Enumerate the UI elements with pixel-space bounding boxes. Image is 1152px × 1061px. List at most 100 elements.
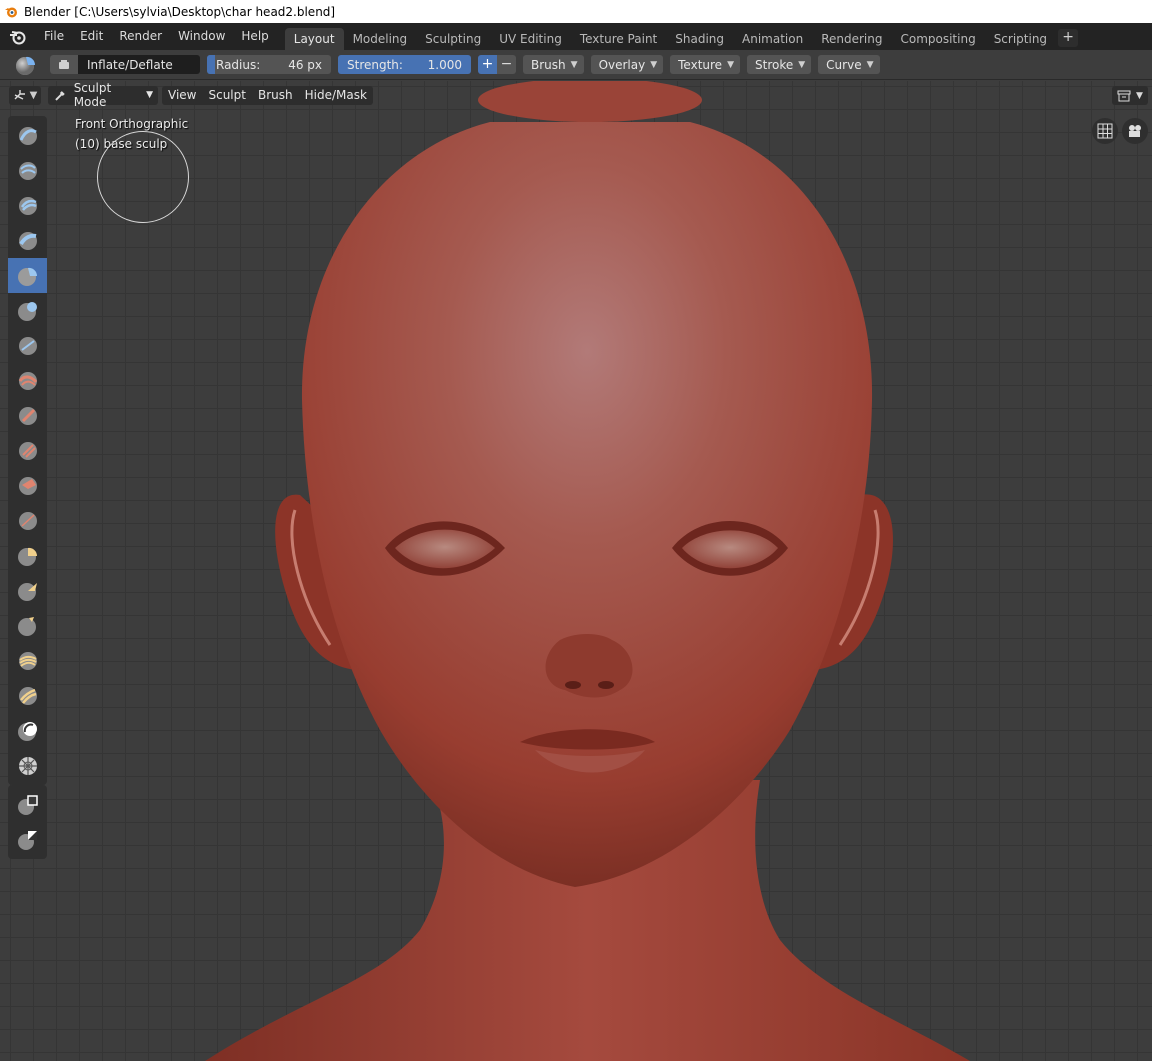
chevron-down-icon: ▼ bbox=[570, 59, 578, 70]
tool-rotate[interactable] bbox=[8, 678, 47, 713]
tab-rendering[interactable]: Rendering bbox=[812, 28, 891, 50]
menu-window[interactable]: Window bbox=[170, 23, 233, 50]
strength-slider[interactable]: Strength: 1.000 bbox=[338, 55, 471, 74]
lasso-mask-icon bbox=[17, 830, 37, 850]
clay-brush-icon bbox=[18, 196, 37, 215]
curve-dropdown-label: Curve bbox=[826, 57, 862, 72]
menu-sculpt[interactable]: Sculpt bbox=[202, 86, 251, 105]
tool-snake-hook[interactable] bbox=[8, 573, 47, 608]
chevron-down-icon: ▼ bbox=[1136, 90, 1143, 101]
tab-animation[interactable]: Animation bbox=[733, 28, 812, 50]
direction-subtract-button[interactable]: − bbox=[497, 55, 516, 74]
menu-file[interactable]: File bbox=[36, 23, 72, 50]
texture-dropdown[interactable]: Texture ▼ bbox=[670, 55, 740, 74]
tool-blob[interactable] bbox=[8, 293, 47, 328]
smooth-brush-icon bbox=[18, 371, 37, 390]
chevron-down-icon: ▼ bbox=[798, 59, 806, 70]
tool-inflate[interactable] bbox=[8, 258, 47, 293]
tab-sculpting[interactable]: Sculpting bbox=[416, 28, 490, 50]
brush-name: Inflate/Deflate bbox=[87, 57, 173, 72]
viewport-shading-button[interactable]: ▼ bbox=[1112, 86, 1148, 105]
tool-simplify[interactable] bbox=[8, 713, 47, 748]
draw-brush-icon bbox=[18, 126, 37, 145]
sculpt-brush-icon bbox=[55, 91, 65, 101]
blender-logo-icon bbox=[5, 7, 17, 17]
brush-selector[interactable]: Inflate/Deflate bbox=[50, 55, 200, 74]
menu-hide-mask[interactable]: Hide/Mask bbox=[299, 86, 373, 105]
3d-viewport[interactable]: ▼ Sculpt Mode ▼ View Sculpt Brush Hide/M… bbox=[0, 81, 1152, 1061]
tool-clay[interactable] bbox=[8, 188, 47, 223]
tab-layout[interactable]: Layout bbox=[284, 28, 344, 50]
strength-label: Strength: bbox=[347, 57, 403, 72]
tab-scripting[interactable]: Scripting bbox=[985, 28, 1056, 50]
viewport-header: ▼ Sculpt Mode ▼ View Sculpt Brush Hide/M… bbox=[0, 81, 1152, 109]
window-title-bar: Blender [C:\Users\sylvia\Desktop\char he… bbox=[0, 0, 1152, 23]
pinch-brush-icon bbox=[18, 511, 37, 530]
tool-mask[interactable] bbox=[8, 748, 47, 783]
tool-flatten[interactable] bbox=[8, 398, 47, 433]
tool-lasso-mask[interactable] bbox=[8, 822, 47, 857]
editor-type-selector[interactable]: ▼ bbox=[9, 85, 41, 105]
radius-slider[interactable]: Radius: 46 px bbox=[207, 55, 331, 74]
brush-thumbnail-icon bbox=[50, 55, 78, 74]
snake-hook-brush-icon bbox=[17, 582, 37, 601]
tab-modeling[interactable]: Modeling bbox=[344, 28, 417, 50]
tab-texture-paint[interactable]: Texture Paint bbox=[571, 28, 666, 50]
clay-strips-brush-icon bbox=[18, 231, 37, 250]
mode-selector[interactable]: Sculpt Mode ▼ bbox=[48, 81, 158, 109]
chevron-down-icon: ▼ bbox=[650, 59, 658, 70]
tab-uv-editing[interactable]: UV Editing bbox=[490, 28, 571, 50]
draw-sharp-brush-icon bbox=[18, 161, 37, 180]
crease-brush-icon bbox=[18, 336, 37, 355]
camera-icon bbox=[1129, 125, 1141, 137]
fill-brush-icon bbox=[18, 441, 37, 460]
box-mask-icon bbox=[17, 794, 38, 815]
tool-smooth[interactable] bbox=[8, 363, 47, 398]
tool-pinch[interactable] bbox=[8, 503, 47, 538]
tool-clay-strips[interactable] bbox=[8, 223, 47, 258]
tool-scrape[interactable] bbox=[8, 468, 47, 503]
tool-grab[interactable] bbox=[8, 538, 47, 573]
overlay-dropdown[interactable]: Overlay ▼ bbox=[590, 55, 664, 74]
tool-draw-sharp[interactable] bbox=[8, 153, 47, 188]
tool-box-mask[interactable] bbox=[8, 787, 47, 822]
axes-icon bbox=[14, 90, 25, 100]
stroke-dropdown[interactable]: Stroke ▼ bbox=[747, 55, 812, 74]
strength-value: 1.000 bbox=[427, 57, 462, 72]
menu-view[interactable]: View bbox=[162, 86, 202, 105]
texture-dropdown-label: Texture bbox=[678, 57, 723, 72]
mask-tool-shelf bbox=[8, 785, 47, 859]
stroke-dropdown-label: Stroke bbox=[755, 57, 794, 72]
tool-draw[interactable] bbox=[8, 118, 47, 153]
active-tool-inflate-icon[interactable] bbox=[12, 53, 40, 77]
tab-compositing[interactable]: Compositing bbox=[891, 28, 984, 50]
tool-thumb[interactable] bbox=[8, 608, 47, 643]
menu-edit[interactable]: Edit bbox=[72, 23, 111, 50]
toggle-camera-view-button[interactable] bbox=[1122, 118, 1148, 144]
radius-value: 46 px bbox=[288, 57, 322, 72]
tab-shading[interactable]: Shading bbox=[666, 28, 733, 50]
direction-add-button[interactable]: + bbox=[478, 55, 497, 74]
tool-nudge[interactable] bbox=[8, 643, 47, 678]
menu-brush[interactable]: Brush bbox=[252, 86, 299, 105]
menu-help[interactable]: Help bbox=[233, 23, 276, 50]
brush-dropdown[interactable]: Brush ▼ bbox=[523, 55, 584, 74]
tool-crease[interactable] bbox=[8, 328, 47, 363]
menu-render[interactable]: Render bbox=[111, 23, 170, 50]
chevron-down-icon: ▼ bbox=[29, 89, 38, 101]
chevron-down-icon: ▼ bbox=[146, 90, 153, 100]
view-name-label: Front Orthographic bbox=[75, 117, 189, 131]
brush-cursor-circle bbox=[97, 131, 189, 223]
mode-label: Sculpt Mode bbox=[73, 81, 112, 109]
simplify-brush-icon bbox=[17, 721, 37, 741]
chevron-down-icon: ▼ bbox=[866, 59, 874, 70]
curve-dropdown[interactable]: Curve ▼ bbox=[818, 55, 880, 74]
blender-menu-icon[interactable] bbox=[0, 23, 36, 50]
tool-fill[interactable] bbox=[8, 433, 47, 468]
toggle-grid-view-button[interactable] bbox=[1092, 118, 1118, 144]
radius-slider-fill bbox=[207, 55, 215, 74]
add-workspace-button[interactable]: + bbox=[1058, 29, 1079, 47]
inflate-brush-icon bbox=[17, 267, 37, 286]
top-menu-bar: File Edit Render Window Help Layout Mode… bbox=[0, 23, 1152, 50]
flatten-brush-icon bbox=[18, 406, 37, 425]
